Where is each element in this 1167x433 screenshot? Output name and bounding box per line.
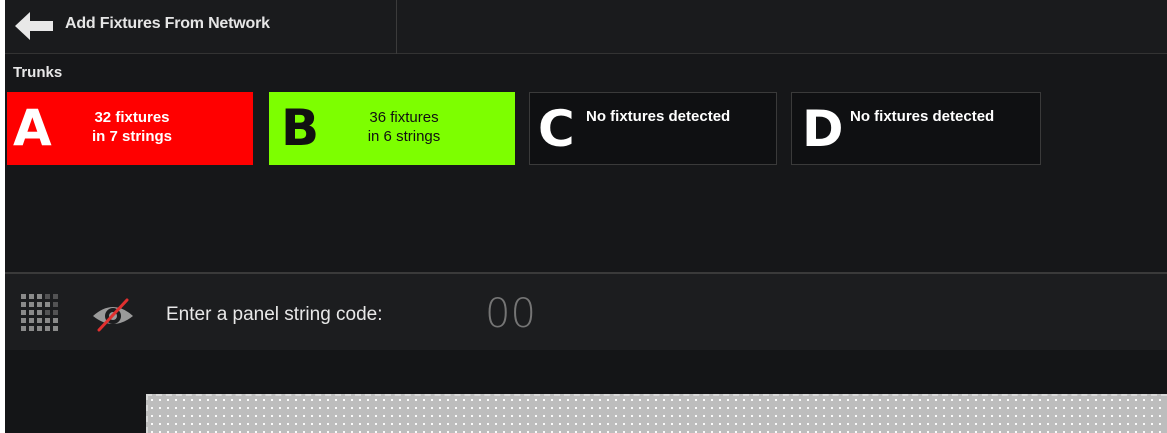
panel-string-fixture[interactable] xyxy=(146,394,1167,433)
trunk-status: No fixtures detected xyxy=(586,108,731,125)
page-title: Add Fixtures From Network xyxy=(65,15,270,32)
string-code-label: Enter a panel string code: xyxy=(166,304,383,325)
app-window: Add Fixtures From Network Trunks A 32 fi… xyxy=(5,0,1167,433)
trunk-letter: A xyxy=(13,99,52,157)
trunk-b-button[interactable]: B 36 fixtures in 6 strings xyxy=(269,92,515,165)
header-bar: Add Fixtures From Network xyxy=(5,0,1167,54)
trunk-a-button[interactable]: A 32 fixtures in 7 strings xyxy=(7,92,253,165)
trunk-c-button[interactable]: C No fixtures detected xyxy=(529,92,777,165)
arrow-left-icon xyxy=(15,12,53,40)
trunk-status: 32 fixtures in 7 strings xyxy=(77,108,187,146)
trunk-status: 36 fixtures in 6 strings xyxy=(339,108,469,146)
eye-off-icon[interactable] xyxy=(89,296,137,334)
trunk-letter: C xyxy=(538,100,575,158)
trunk-d-button[interactable]: D No fixtures detected xyxy=(791,92,1041,165)
string-code-input[interactable] xyxy=(485,290,615,338)
trunk-status: No fixtures detected xyxy=(850,108,995,125)
string-code-toolbar: Enter a panel string code: xyxy=(5,274,1167,350)
trunk-letter: B xyxy=(281,99,320,157)
trunk-string-count: in 6 strings xyxy=(367,128,441,145)
trunks-label: Trunks xyxy=(13,64,63,81)
grid-icon[interactable] xyxy=(21,294,63,336)
trunk-fixture-count: 32 fixtures xyxy=(94,109,170,126)
trunk-string-count: in 7 strings xyxy=(91,128,173,145)
trunk-fixture-count: 36 fixtures xyxy=(369,109,439,126)
back-button[interactable]: Add Fixtures From Network xyxy=(5,0,397,54)
trunk-letter: D xyxy=(802,100,844,158)
panel-canvas xyxy=(5,350,1167,433)
